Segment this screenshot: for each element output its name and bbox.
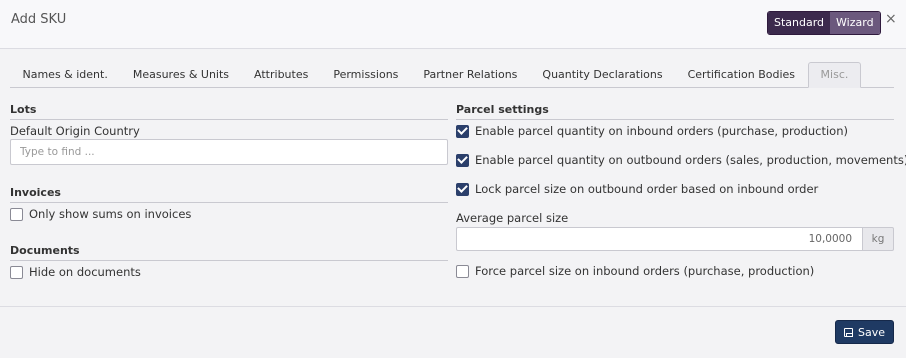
hide-docs-checkbox-row[interactable]: Hide on documents [10,264,141,280]
force-parcel-checkbox-row[interactable]: Force parcel size on inbound orders (pur… [456,263,814,279]
save-button[interactable]: Save [835,320,894,344]
mode-toggle: Standard Wizard [767,11,881,35]
tab-bar: Names & ident. Measures & Units Attribut… [10,62,894,88]
only-sums-checkbox-row[interactable]: Only show sums on invoices [10,206,191,222]
avg-parcel-unit: kg [863,227,894,251]
invoices-section-title: Invoices [10,186,448,203]
dialog-title: Add SKU [11,12,67,27]
save-icon [843,327,853,337]
standard-mode-button[interactable]: Standard [768,12,831,34]
force-parcel-label: Force parcel size on inbound orders (pur… [475,264,815,278]
close-icon[interactable]: × [885,11,897,27]
inbound-parcel-checkbox-row[interactable]: Enable parcel quantity on inbound orders… [456,123,848,139]
tab-attributes[interactable]: Attributes [242,62,321,87]
dialog-header: Add SKU Standard Wizard × [0,0,906,49]
outbound-parcel-label: Enable parcel quantity on outbound order… [475,153,906,167]
tab-permissions[interactable]: Permissions [321,62,411,87]
tab-certification-bodies[interactable]: Certification Bodies [675,62,807,87]
avg-parcel-input[interactable] [456,227,863,251]
inbound-parcel-checkbox[interactable] [456,124,469,138]
footer-divider [0,306,906,307]
parcel-section-title: Parcel settings [456,103,894,120]
tab-partner-relations[interactable]: Partner Relations [411,62,530,87]
lock-parcel-checkbox[interactable] [456,182,469,196]
inbound-parcel-label: Enable parcel quantity on inbound orders… [475,124,848,138]
documents-section-title: Documents [10,244,448,261]
outbound-parcel-checkbox[interactable] [456,153,469,167]
hide-docs-label: Hide on documents [29,265,141,279]
tab-measures-units[interactable]: Measures & Units [120,62,241,87]
avg-parcel-label: Average parcel size [456,211,569,225]
wizard-mode-button[interactable]: Wizard [830,12,880,34]
force-parcel-checkbox[interactable] [456,264,469,278]
origin-country-input[interactable] [10,139,448,165]
tab-misc[interactable]: Misc. [807,62,862,88]
origin-country-label: Default Origin Country [10,124,140,138]
outbound-parcel-checkbox-row[interactable]: Enable parcel quantity on outbound order… [456,152,906,168]
lock-parcel-checkbox-row[interactable]: Lock parcel size on outbound order based… [456,181,818,197]
only-sums-label: Only show sums on invoices [29,207,192,221]
tab-names-ident[interactable]: Names & ident. [10,62,120,87]
hide-docs-checkbox[interactable] [10,265,23,279]
only-sums-checkbox[interactable] [10,207,23,221]
save-label: Save [857,325,885,339]
lock-parcel-label: Lock parcel size on outbound order based… [475,182,819,196]
tab-quantity-declarations[interactable]: Quantity Declarations [530,62,675,87]
lots-section-title: Lots [10,103,448,120]
